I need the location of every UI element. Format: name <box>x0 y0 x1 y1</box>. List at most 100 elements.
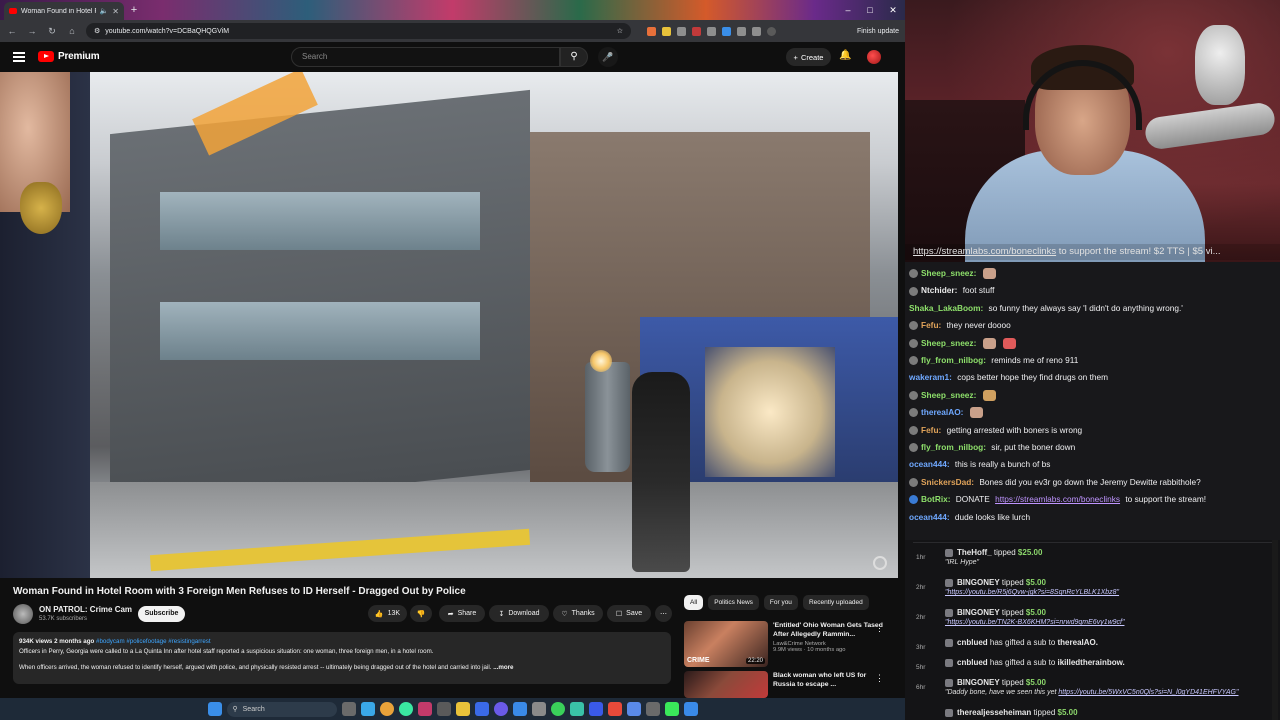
account-avatar[interactable] <box>867 50 881 64</box>
start-icon[interactable] <box>207 702 222 716</box>
description-box[interactable]: 934K views 2 months ago #bodycam #police… <box>13 632 671 684</box>
video-player[interactable] <box>0 72 898 578</box>
microphone-icon[interactable]: 🎤 <box>598 47 618 67</box>
video-thumbnail[interactable] <box>684 671 768 698</box>
thanks-button[interactable]: ♡ Thanks <box>553 605 603 622</box>
chat-username[interactable]: Sheep_sneez: <box>921 387 976 404</box>
spotify-icon[interactable] <box>550 702 565 716</box>
event-username[interactable]: cnblued <box>957 638 988 647</box>
copilot-icon[interactable] <box>360 702 375 716</box>
close-tab-icon[interactable]: ✕ <box>112 7 119 16</box>
search-input[interactable]: Search <box>291 47 560 67</box>
event-username[interactable]: therealjesseheiman <box>957 708 1031 717</box>
file-explorer-icon[interactable] <box>455 702 470 716</box>
download-button[interactable]: ↧ Download <box>489 605 549 622</box>
channel-name[interactable]: ON PATROL: Crime Cam <box>39 605 132 614</box>
chat-username[interactable]: ocean444: <box>909 509 950 526</box>
chat-username[interactable]: Ntchider: <box>921 282 957 299</box>
extension-icon[interactable] <box>692 26 701 36</box>
tip-message-link[interactable]: https://youtu.be/5WxVC5n0Qls?si=N_l0gYD4… <box>1058 689 1238 696</box>
maximize-icon[interactable]: □ <box>858 0 882 20</box>
scrollbar[interactable] <box>1272 540 1278 720</box>
home-icon[interactable]: ⌂ <box>66 25 78 37</box>
vscode-icon[interactable] <box>588 702 603 716</box>
chat-username[interactable]: therealAO: <box>921 404 963 421</box>
sidebar-icon[interactable] <box>752 26 761 36</box>
browser-tab[interactable]: Woman Found in Hotel Ro 🔈 ✕ <box>4 2 124 20</box>
forward-icon[interactable]: → <box>26 25 38 37</box>
url-bar[interactable]: ⚙ youtube.com/watch?v=DCBaQHQGViM ☆ <box>86 23 631 39</box>
edge-icon[interactable] <box>512 702 527 716</box>
app-icon[interactable] <box>436 702 451 716</box>
save-button[interactable]: ☐ Save <box>607 605 651 622</box>
reload-icon[interactable]: ↻ <box>46 25 58 37</box>
chat-link[interactable]: https://streamlabs.com/boneclinks <box>995 491 1120 508</box>
steam-icon[interactable] <box>474 702 489 716</box>
finish-update-button[interactable]: Finish update <box>857 28 899 35</box>
event-username[interactable]: BINGONEY <box>957 578 1000 587</box>
chat-username[interactable]: fly_from_nilbog: <box>921 352 986 369</box>
event-target-user[interactable]: therealAO. <box>1058 638 1098 647</box>
extension-icon[interactable] <box>677 26 686 36</box>
chat-username[interactable]: Sheep_sneez: <box>921 335 976 352</box>
chat-username[interactable]: Shaka_LakaBoom: <box>909 300 983 317</box>
event-target-user[interactable]: ikilledtherainbow. <box>1058 658 1125 667</box>
app-icon[interactable] <box>531 702 546 716</box>
more-icon[interactable]: ⋮ <box>875 623 884 634</box>
event-username[interactable]: BINGONEY <box>957 678 1000 687</box>
chat-username[interactable]: ocean444: <box>909 456 950 473</box>
chip-recently-uploaded[interactable]: Recently uploaded <box>802 595 869 610</box>
menu-icon[interactable] <box>13 52 25 62</box>
chip-for-you[interactable]: For you <box>763 595 798 610</box>
notifications-bell-icon[interactable]: 🔔 <box>839 50 851 61</box>
more-actions-button[interactable]: ⋯ <box>655 605 672 622</box>
more-icon[interactable]: ⋮ <box>875 673 884 684</box>
chat-username[interactable]: Fefu: <box>921 422 941 439</box>
chip-politics-news[interactable]: Politics News <box>708 595 759 610</box>
show-more-link[interactable]: ...more <box>493 664 513 671</box>
recommended-video[interactable]: CRIME 22:20 'Entitled' Ohio Woman Gets T… <box>684 621 894 667</box>
taskbar-search[interactable]: ⚲ Search <box>226 701 337 717</box>
extension-icon[interactable] <box>707 26 716 36</box>
channel-watermark-icon[interactable] <box>873 556 887 570</box>
tip-message-link[interactable]: "https://youtu.be/TN2K-BX6KHM?si=nrwd9qm… <box>945 619 1124 626</box>
task-view-icon[interactable] <box>341 702 356 716</box>
chat-username[interactable]: Sheep_sneez: <box>921 265 976 282</box>
mute-icon[interactable]: 🔈 <box>100 7 109 15</box>
video-thumbnail[interactable]: CRIME 22:20 <box>684 621 768 667</box>
create-button[interactable]: + Create <box>786 48 831 66</box>
chat-username[interactable]: fly_from_nilbog: <box>921 439 986 456</box>
app-icon[interactable] <box>569 702 584 716</box>
app-icon[interactable] <box>398 702 413 716</box>
app-icon[interactable] <box>607 702 622 716</box>
chat-username[interactable]: SnickersDad: <box>921 474 974 491</box>
hashtags[interactable]: #bodycam #policefootage #resistingarrest <box>96 638 211 645</box>
obs-icon[interactable] <box>417 702 432 716</box>
extension-icon[interactable] <box>647 26 656 36</box>
youtube-logo[interactable]: Premium <box>38 51 100 62</box>
chat-username[interactable]: BotRix: <box>921 491 951 508</box>
extension-icon[interactable] <box>722 26 731 36</box>
app-icon[interactable] <box>683 702 698 716</box>
back-icon[interactable]: ← <box>6 25 18 37</box>
search-icon[interactable]: ⚲ <box>560 47 588 67</box>
app-icon[interactable] <box>645 702 660 716</box>
bookmark-star-icon[interactable]: ☆ <box>617 27 623 35</box>
share-button[interactable]: ➦ Share <box>439 605 485 622</box>
tip-message-link[interactable]: "https://youtu.be/R5j6Qvw-jgk?si=8SqnRcY… <box>945 589 1119 596</box>
chrome-icon[interactable] <box>379 702 394 716</box>
recommended-video[interactable]: Black woman who left US for Russia to es… <box>684 671 894 698</box>
app-icon[interactable] <box>626 702 641 716</box>
puzzle-icon[interactable] <box>737 26 746 36</box>
dislike-button[interactable]: 👎 <box>410 605 432 622</box>
app-icon[interactable] <box>664 702 679 716</box>
new-tab-icon[interactable]: + <box>128 4 140 16</box>
minimize-icon[interactable]: – <box>836 0 860 20</box>
extension-icon[interactable] <box>662 26 671 36</box>
chat-username[interactable]: wakeram1: <box>909 369 952 386</box>
event-username[interactable]: TheHoff_ <box>957 548 992 557</box>
discord-icon[interactable] <box>493 702 508 716</box>
chip-all[interactable]: All <box>684 595 704 610</box>
ticker-link[interactable]: https://streamlabs.com/boneclinks <box>913 246 1056 257</box>
event-username[interactable]: BINGONEY <box>957 608 1000 617</box>
